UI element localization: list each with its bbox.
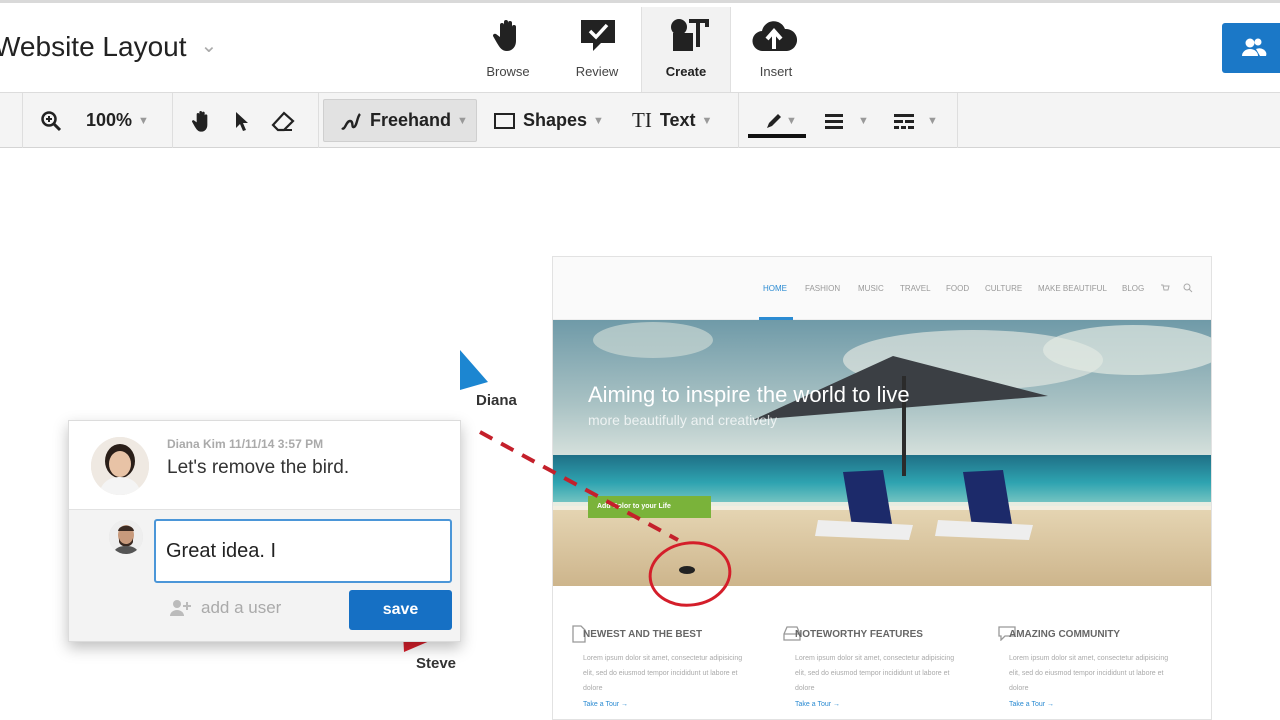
steve-cursor-label: Steve [416,655,457,672]
save-button[interactable]: save [349,590,452,630]
diana-cursor-label: Diana [476,392,517,409]
preview-nav-item: HOME [763,284,787,293]
feature-body: Lorem ipsum dolor sit amet, consectetur … [1009,655,1169,692]
users-icon [1242,38,1267,56]
caret-down-icon: ▼ [701,114,713,127]
mode-insert-label: Insert [759,64,793,79]
reply-input[interactable] [154,519,452,583]
steve-avatar-photo [109,520,143,554]
feature-link[interactable]: Take a Tour → [583,701,628,708]
mode-insert[interactable]: Insert [731,7,821,93]
hero-cta-button[interactable]: Add Color to your Life [588,496,711,518]
share-button[interactable] [1222,23,1280,73]
comment-text: Let's remove the bird. [167,457,350,478]
diana-avatar-photo [91,437,149,495]
mode-create[interactable]: Create [641,7,731,93]
feature-body: Lorem ipsum dolor sit amet, consectetur … [795,655,955,692]
feature-body: Lorem ipsum dolor sit amet, consectetur … [583,655,743,692]
caret-down-icon: ▼ [927,114,938,127]
feature-link[interactable]: Take a Tour → [1009,701,1054,708]
text-label: Text [659,110,696,130]
mode-review[interactable]: Review [552,7,642,93]
review-icon [581,20,615,51]
feature-heading: NEWEST AND THE BEST [583,629,703,640]
freehand-label: Freehand [370,110,452,130]
top-bar: Website Layout ⌄ Browse Review Create Ins… [0,0,1280,93]
cloud-upload-icon [752,21,797,52]
search-icon [1183,283,1193,293]
comment-meta: Diana Kim 11/11/14 3:57 PM [167,437,324,451]
zoom-select[interactable]: 100% ▼ [86,93,149,148]
preview-nav-item: MAKE BEAUTIFUL [1038,284,1107,293]
preview-nav-item: TRAVEL [900,284,931,293]
text-tool[interactable]: TI Text ▼ [632,93,712,148]
preview-nav-item: FOOD [946,284,970,293]
avatar [91,437,149,495]
eraser-tool[interactable] [270,93,296,148]
document-title[interactable]: Website Layout ⌄ [0,31,217,63]
toolbar-divider [318,93,319,148]
hero-title: Aiming to inspire the world to live [588,382,910,407]
feature-link[interactable]: Take a Tour → [795,701,840,708]
caret-down-icon: ▼ [593,114,604,127]
line-style-select[interactable]: ▼ [893,93,938,148]
document-title-text: Website Layout [0,31,187,62]
preview-nav-item: CULTURE [985,284,1023,293]
pan-tool[interactable] [190,93,214,148]
text-icon: TI [632,108,652,132]
avatar [109,520,143,554]
magnifier-icon [41,110,62,131]
diana-cursor-icon [460,350,488,390]
mode-review-label: Review [575,64,619,79]
hero-image: Aiming to inspire the world to live more… [553,320,1211,586]
mode-create-label: Create [665,64,707,79]
zoom-icon[interactable] [40,93,62,148]
eraser-icon [271,110,295,131]
caret-down-icon: ▼ [457,114,468,127]
create-icon [671,19,709,51]
shapes-label: Shapes [523,110,588,130]
add-user-button[interactable]: add a user [169,598,281,618]
caret-down-icon: ▼ [786,114,797,127]
add-user-icon [170,600,191,616]
line-weight-icon [825,113,843,129]
hero-subtitle: more beautifully and creatively [588,412,778,428]
hand-icon [492,20,516,51]
rectangle-icon [494,112,515,129]
preview-nav: HOME FASHION MUSIC TRAVEL FOOD CULTURE M… [553,257,1211,320]
reply-area: add a user save [69,509,460,641]
preview-nav-item: FASHION [805,284,841,293]
freehand-tool[interactable]: Freehand ▼ [323,99,477,142]
pen-color-select[interactable]: ▼ [748,93,806,148]
caret-down-icon: ▼ [858,114,869,127]
preview-nav-item: MUSIC [858,284,884,293]
toolbar-divider [957,93,958,148]
zoom-value: 100% [86,110,133,130]
hand-icon [191,110,208,132]
select-tool[interactable] [234,93,250,148]
toolbar-divider [172,93,173,148]
feature-heading: AMAZING COMMUNITY [1009,629,1121,640]
caret-down-icon: ▼ [138,114,149,127]
shapes-tool[interactable]: Shapes ▼ [494,93,604,148]
mode-browse-label: Browse [486,64,530,79]
toolbar-divider [738,93,739,148]
preview-nav-item: BLOG [1122,284,1145,293]
beach-photo [553,320,1211,586]
feature-heading: NOTEWORTHY FEATURES [795,629,923,640]
website-preview[interactable]: HOME FASHION MUSIC TRAVEL FOOD CULTURE M… [552,256,1212,720]
pen-icon [767,113,781,128]
line-style-icon [894,113,914,129]
chevron-down-icon[interactable]: ⌄ [201,33,218,58]
pen-color-swatch [748,134,806,138]
pointer-icon [236,111,248,131]
drawing-toolbar: 100% ▼ Freehand ▼ Shapes ▼ TI Text ▼ ▼ ▼ ▼ [0,92,1280,148]
line-weight-select[interactable]: ▼ [824,93,869,148]
mode-browse[interactable]: Browse [463,7,553,93]
cart-icon [1161,284,1170,291]
add-user-label: add a user [201,598,282,617]
freehand-icon [341,112,361,130]
toolbar-divider [22,93,23,148]
comment-card: Diana Kim 11/11/14 3:57 PM Let's remove … [68,420,461,642]
